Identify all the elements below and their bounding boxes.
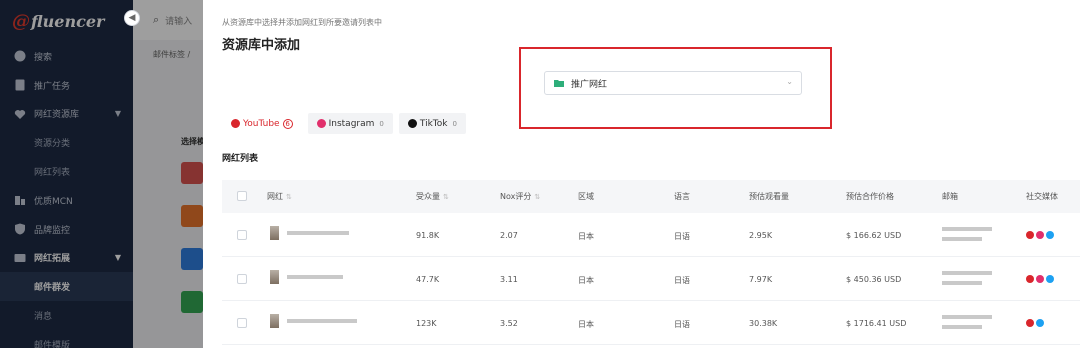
column-header[interactable]: 受众量 ⇅: [416, 191, 449, 202]
region-cell: 日本: [578, 320, 594, 329]
social-media-cell: [1026, 275, 1054, 283]
table-row[interactable]: 91.8K 2.07 日本 日语 2.95K $ 166.62 USD: [222, 213, 1080, 257]
tab-instagram[interactable]: Instagram 0: [307, 113, 393, 134]
tab-youtube[interactable]: YouTube 6: [222, 113, 302, 134]
category-select-value: 推广网红: [571, 79, 608, 90]
language-cell: 日语: [674, 320, 690, 329]
audience-cell: 47.7K: [416, 275, 440, 284]
drawer-title: 资源库中添加: [222, 38, 301, 53]
price-cell: $ 1716.41 USD: [846, 319, 907, 328]
youtube-icon[interactable]: [1026, 231, 1034, 239]
instagram-icon[interactable]: [1036, 231, 1044, 239]
chevron-down-icon: ⌄: [786, 77, 793, 86]
twitter-icon[interactable]: [1046, 231, 1054, 239]
nox-score-cell: 3.52: [500, 319, 518, 328]
influencer-name[interactable]: [270, 270, 343, 284]
language-cell: 日语: [674, 232, 690, 241]
row-checkbox[interactable]: [237, 274, 247, 284]
region-cell: 日本: [578, 276, 594, 285]
tab-label: YouTube: [243, 118, 280, 129]
avatar: [270, 226, 279, 240]
column-header: 社交媒体: [1026, 192, 1058, 201]
table-body: 91.8K 2.07 日本 日语 2.95K $ 166.62 USD 47.7K 3.11 日…: [222, 213, 1080, 345]
row-checkbox[interactable]: [237, 230, 247, 240]
table-row[interactable]: 47.7K 3.11 日本 日语 7.97K $ 450.36 USD: [222, 257, 1080, 301]
column-header: 区域: [578, 192, 594, 201]
twitter-icon[interactable]: [1046, 275, 1054, 283]
language-cell: 日语: [674, 276, 690, 285]
category-select[interactable]: 推广网红 ⌄: [544, 71, 802, 95]
influencer-name[interactable]: [270, 314, 357, 328]
tab-label: Instagram: [328, 118, 375, 129]
tab-count: 0: [379, 119, 384, 128]
twitter-icon[interactable]: [1036, 319, 1044, 327]
social-media-cell: [1026, 319, 1044, 327]
avatar: [270, 314, 279, 328]
email-cell: [942, 315, 998, 329]
audience-cell: 123K: [416, 319, 437, 328]
views-cell: 7.97K: [749, 275, 773, 284]
tab-label: TikTok: [419, 118, 448, 129]
column-header: 预估合作价格: [846, 192, 894, 201]
platform-tabs: YouTube 6 Instagram 0 TikTok 0: [222, 113, 466, 134]
youtube-icon: [231, 119, 240, 128]
nox-score-cell: 3.11: [500, 275, 518, 284]
tiktok-icon: [407, 119, 417, 128]
list-title: 网红列表: [222, 154, 259, 164]
table-header: 网红 ⇅ 受众量 ⇅ Nox评分 ⇅ 区域 语言 预估观看量 预估合作价格 邮箱 社交…: [222, 180, 1080, 213]
column-header: 邮箱: [942, 192, 958, 201]
select-all-checkbox[interactable]: [237, 191, 247, 201]
nox-score-cell: 2.07: [500, 231, 518, 240]
email-cell: [942, 227, 998, 241]
social-media-cell: [1026, 231, 1054, 239]
price-cell: $ 450.36 USD: [846, 275, 902, 284]
column-header: 语言: [674, 192, 690, 201]
tab-count: 0: [452, 119, 457, 128]
folder-icon: [554, 80, 564, 87]
region-cell: 日本: [578, 232, 594, 241]
instagram-icon: [316, 119, 326, 128]
add-from-library-drawer: 从资源库中选择并添加网红到所要邀请列表中 资源库中添加 推广网红 ⌄ YouTu…: [203, 0, 1080, 348]
collapse-sidebar-button[interactable]: ◀: [124, 10, 140, 26]
column-header: 预估观看量: [749, 192, 789, 201]
influencer-table: 网红 ⇅ 受众量 ⇅ Nox评分 ⇅ 区域 语言 预估观看量 预估合作价格 邮箱 社交…: [222, 180, 1080, 345]
email-cell: [942, 271, 998, 285]
influencer-name[interactable]: [270, 226, 349, 240]
youtube-icon[interactable]: [1026, 319, 1034, 327]
column-header[interactable]: Nox评分 ⇅: [500, 191, 540, 202]
youtube-icon[interactable]: [1026, 275, 1034, 283]
column-header[interactable]: 网红 ⇅: [267, 191, 292, 202]
avatar: [270, 270, 279, 284]
drawer-description: 从资源库中选择并添加网红到所要邀请列表中: [222, 18, 382, 27]
audience-cell: 91.8K: [416, 231, 440, 240]
row-checkbox[interactable]: [237, 318, 247, 328]
table-row[interactable]: 123K 3.52 日本 日语 30.38K $ 1716.41 USD: [222, 301, 1080, 345]
views-cell: 2.95K: [749, 231, 773, 240]
views-cell: 30.38K: [749, 319, 778, 328]
tab-count: 6: [282, 118, 293, 129]
instagram-icon[interactable]: [1036, 275, 1044, 283]
tab-tiktok[interactable]: TikTok 0: [398, 113, 466, 134]
price-cell: $ 166.62 USD: [846, 231, 902, 240]
